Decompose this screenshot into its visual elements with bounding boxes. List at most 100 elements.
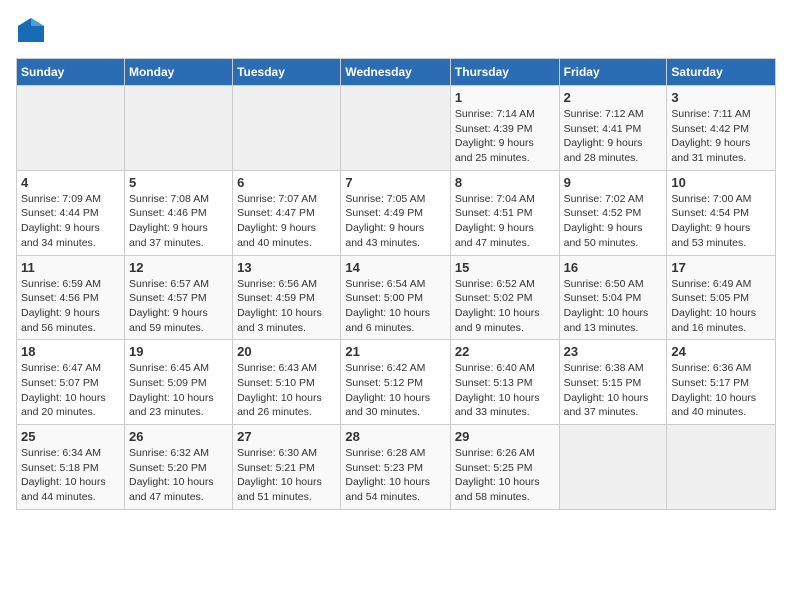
calendar-cell: 3Sunrise: 7:11 AM Sunset: 4:42 PM Daylig…: [667, 86, 776, 171]
calendar-cell: 25 Sunrise: 6:34 AM Sunset: 5:18 PM Dayli…: [17, 425, 125, 510]
calendar-cell: 26 Sunrise: 6:32 AM Sunset: 5:20 PM Dayli…: [124, 425, 232, 510]
day-info: Sunrise: 6:42 AM Sunset: 5:12 PM Dayligh…: [345, 361, 446, 420]
day-number: 20: [237, 344, 336, 359]
day-info: Sunrise: 7:14 AM Sunset: 4:39 PM Dayligh…: [455, 107, 555, 166]
calendar-cell: 18 Sunrise: 6:47 AM Sunset: 5:07 PM Dayli…: [17, 340, 125, 425]
calendar-cell: 10 Sunrise: 7:00 AM Sunset: 4:54 PM Dayli…: [667, 170, 776, 255]
calendar-cell: [17, 86, 125, 171]
day-number: 17: [671, 260, 771, 275]
page-header: [16, 16, 776, 46]
day-info: Sunrise: 6:43 AM Sunset: 5:10 PM Dayligh…: [237, 361, 336, 420]
day-info: Sunrise: 6:59 AM Sunset: 4:56 PM Dayligh…: [21, 277, 120, 336]
day-number: 16: [564, 260, 663, 275]
weekday-header-thursday: Thursday: [450, 59, 559, 86]
day-info: Sunrise: 6:28 AM Sunset: 5:23 PM Dayligh…: [345, 446, 446, 505]
day-info: Sunrise: 6:57 AM Sunset: 4:57 PM Dayligh…: [129, 277, 228, 336]
calendar-cell: [124, 86, 232, 171]
day-number: 13: [237, 260, 336, 275]
calendar-cell: 11 Sunrise: 6:59 AM Sunset: 4:56 PM Dayli…: [17, 255, 125, 340]
day-number: 23: [564, 344, 663, 359]
weekday-header-sunday: Sunday: [17, 59, 125, 86]
day-info: Sunrise: 7:11 AM Sunset: 4:42 PM Dayligh…: [671, 107, 771, 166]
day-info: Sunrise: 6:34 AM Sunset: 5:18 PM Dayligh…: [21, 446, 120, 505]
calendar-cell: 12 Sunrise: 6:57 AM Sunset: 4:57 PM Dayli…: [124, 255, 232, 340]
calendar-cell: 14 Sunrise: 6:54 AM Sunset: 5:00 PM Dayli…: [341, 255, 451, 340]
calendar-cell: 20 Sunrise: 6:43 AM Sunset: 5:10 PM Dayli…: [233, 340, 341, 425]
calendar-cell: 16 Sunrise: 6:50 AM Sunset: 5:04 PM Dayli…: [559, 255, 667, 340]
day-number: 29: [455, 429, 555, 444]
calendar-cell: 28 Sunrise: 6:28 AM Sunset: 5:23 PM Dayli…: [341, 425, 451, 510]
day-number: 5: [129, 175, 228, 190]
weekday-header-saturday: Saturday: [667, 59, 776, 86]
day-info: Sunrise: 6:54 AM Sunset: 5:00 PM Dayligh…: [345, 277, 446, 336]
calendar-cell: [341, 86, 451, 171]
day-number: 6: [237, 175, 336, 190]
day-info: Sunrise: 6:47 AM Sunset: 5:07 PM Dayligh…: [21, 361, 120, 420]
day-info: Sunrise: 6:50 AM Sunset: 5:04 PM Dayligh…: [564, 277, 663, 336]
calendar-cell: 8 Sunrise: 7:04 AM Sunset: 4:51 PM Daylig…: [450, 170, 559, 255]
calendar-cell: 13 Sunrise: 6:56 AM Sunset: 4:59 PM Dayli…: [233, 255, 341, 340]
day-number: 22: [455, 344, 555, 359]
day-number: 27: [237, 429, 336, 444]
day-info: Sunrise: 6:56 AM Sunset: 4:59 PM Dayligh…: [237, 277, 336, 336]
day-number: 28: [345, 429, 446, 444]
logo-icon: [16, 16, 46, 46]
day-number: 7: [345, 175, 446, 190]
day-number: 2: [564, 90, 663, 105]
day-number: 11: [21, 260, 120, 275]
calendar-cell: 22 Sunrise: 6:40 AM Sunset: 5:13 PM Dayli…: [450, 340, 559, 425]
day-info: Sunrise: 7:00 AM Sunset: 4:54 PM Dayligh…: [671, 192, 771, 251]
calendar-cell: 19Sunrise: 6:45 AM Sunset: 5:09 PM Dayli…: [124, 340, 232, 425]
calendar-cell: 24 Sunrise: 6:36 AM Sunset: 5:17 PM Dayli…: [667, 340, 776, 425]
day-number: 1: [455, 90, 555, 105]
day-number: 14: [345, 260, 446, 275]
calendar-cell: 9Sunrise: 7:02 AM Sunset: 4:52 PM Daylig…: [559, 170, 667, 255]
calendar-cell: 4Sunrise: 7:09 AM Sunset: 4:44 PM Daylig…: [17, 170, 125, 255]
calendar-cell: [233, 86, 341, 171]
logo: [16, 16, 50, 46]
day-info: Sunrise: 6:26 AM Sunset: 5:25 PM Dayligh…: [455, 446, 555, 505]
day-number: 24: [671, 344, 771, 359]
calendar-cell: 21 Sunrise: 6:42 AM Sunset: 5:12 PM Dayli…: [341, 340, 451, 425]
calendar-cell: 1 Sunrise: 7:14 AM Sunset: 4:39 PM Daylig…: [450, 86, 559, 171]
day-info: Sunrise: 7:04 AM Sunset: 4:51 PM Dayligh…: [455, 192, 555, 251]
calendar-table: SundayMondayTuesdayWednesdayThursdayFrid…: [16, 58, 776, 510]
day-number: 21: [345, 344, 446, 359]
calendar-cell: 23 Sunrise: 6:38 AM Sunset: 5:15 PM Dayli…: [559, 340, 667, 425]
day-number: 26: [129, 429, 228, 444]
day-number: 8: [455, 175, 555, 190]
calendar-cell: [667, 425, 776, 510]
day-number: 12: [129, 260, 228, 275]
day-info: Sunrise: 7:12 AM Sunset: 4:41 PM Dayligh…: [564, 107, 663, 166]
day-number: 19: [129, 344, 228, 359]
calendar-cell: 5 Sunrise: 7:08 AM Sunset: 4:46 PM Daylig…: [124, 170, 232, 255]
calendar-cell: 7 Sunrise: 7:05 AM Sunset: 4:49 PM Daylig…: [341, 170, 451, 255]
day-info: Sunrise: 6:40 AM Sunset: 5:13 PM Dayligh…: [455, 361, 555, 420]
day-info: Sunrise: 6:36 AM Sunset: 5:17 PM Dayligh…: [671, 361, 771, 420]
day-info: Sunrise: 7:07 AM Sunset: 4:47 PM Dayligh…: [237, 192, 336, 251]
weekday-header-tuesday: Tuesday: [233, 59, 341, 86]
day-number: 10: [671, 175, 771, 190]
day-number: 9: [564, 175, 663, 190]
calendar-week-row: 18 Sunrise: 6:47 AM Sunset: 5:07 PM Dayli…: [17, 340, 776, 425]
day-info: Sunrise: 7:05 AM Sunset: 4:49 PM Dayligh…: [345, 192, 446, 251]
weekday-header-row: SundayMondayTuesdayWednesdayThursdayFrid…: [17, 59, 776, 86]
calendar-week-row: 4Sunrise: 7:09 AM Sunset: 4:44 PM Daylig…: [17, 170, 776, 255]
day-number: 18: [21, 344, 120, 359]
weekday-header-wednesday: Wednesday: [341, 59, 451, 86]
calendar-cell: 15Sunrise: 6:52 AM Sunset: 5:02 PM Dayli…: [450, 255, 559, 340]
day-info: Sunrise: 7:08 AM Sunset: 4:46 PM Dayligh…: [129, 192, 228, 251]
day-info: Sunrise: 6:49 AM Sunset: 5:05 PM Dayligh…: [671, 277, 771, 336]
calendar-cell: 2 Sunrise: 7:12 AM Sunset: 4:41 PM Daylig…: [559, 86, 667, 171]
calendar-cell: 6 Sunrise: 7:07 AM Sunset: 4:47 PM Daylig…: [233, 170, 341, 255]
day-info: Sunrise: 6:32 AM Sunset: 5:20 PM Dayligh…: [129, 446, 228, 505]
calendar-cell: [559, 425, 667, 510]
day-number: 25: [21, 429, 120, 444]
day-info: Sunrise: 7:09 AM Sunset: 4:44 PM Dayligh…: [21, 192, 120, 251]
calendar-week-row: 11 Sunrise: 6:59 AM Sunset: 4:56 PM Dayli…: [17, 255, 776, 340]
calendar-week-row: 25 Sunrise: 6:34 AM Sunset: 5:18 PM Dayli…: [17, 425, 776, 510]
calendar-week-row: 1 Sunrise: 7:14 AM Sunset: 4:39 PM Daylig…: [17, 86, 776, 171]
calendar-cell: 27 Sunrise: 6:30 AM Sunset: 5:21 PM Dayli…: [233, 425, 341, 510]
day-info: Sunrise: 6:30 AM Sunset: 5:21 PM Dayligh…: [237, 446, 336, 505]
day-info: Sunrise: 6:38 AM Sunset: 5:15 PM Dayligh…: [564, 361, 663, 420]
